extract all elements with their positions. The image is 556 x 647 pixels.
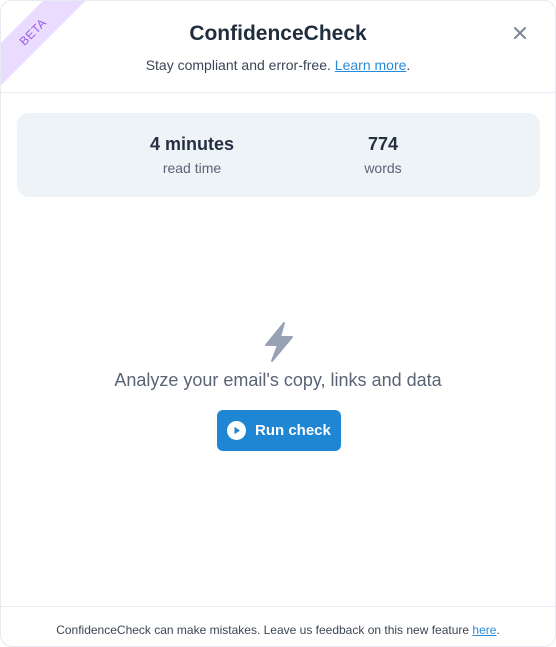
confidence-check-panel: BETA ConfidenceCheck Stay compliant and …	[0, 0, 556, 647]
play-circle-icon	[227, 421, 246, 440]
footer-suffix: .	[496, 623, 500, 637]
read-time-stat: 4 minutes read time	[117, 133, 267, 177]
lightning-bolt-icon	[261, 321, 297, 363]
feedback-link[interactable]: here	[472, 623, 496, 637]
close-icon[interactable]	[510, 23, 530, 43]
email-stats-card: 4 minutes read time 774 words	[17, 113, 540, 197]
empty-state-message: Analyze your email's copy, links and dat…	[114, 370, 442, 390]
read-time-value: 4 minutes	[149, 134, 235, 154]
footer-text: ConfidenceCheck can make mistakes. Leave…	[1, 623, 555, 637]
panel-title: ConfidenceCheck	[189, 22, 367, 45]
panel-header: ConfidenceCheck Stay compliant and error…	[1, 1, 555, 93]
subtitle-text: Stay compliant and error-free.	[145, 57, 335, 73]
read-time-label: read time	[162, 160, 222, 176]
learn-more-link[interactable]: Learn more	[335, 57, 407, 73]
footer-message: ConfidenceCheck can make mistakes. Leave…	[56, 623, 473, 637]
run-check-button[interactable]: Run check	[217, 410, 341, 451]
word-count-stat: 774 words	[308, 133, 458, 177]
panel-subtitle: Stay compliant and error-free. Learn mor…	[1, 57, 555, 73]
word-count-value: 774	[367, 134, 399, 154]
subtitle-suffix: .	[406, 57, 411, 73]
panel-footer: ConfidenceCheck can make mistakes. Leave…	[1, 606, 555, 646]
word-count-label: words	[364, 160, 402, 176]
run-check-label: Run check	[255, 422, 331, 439]
